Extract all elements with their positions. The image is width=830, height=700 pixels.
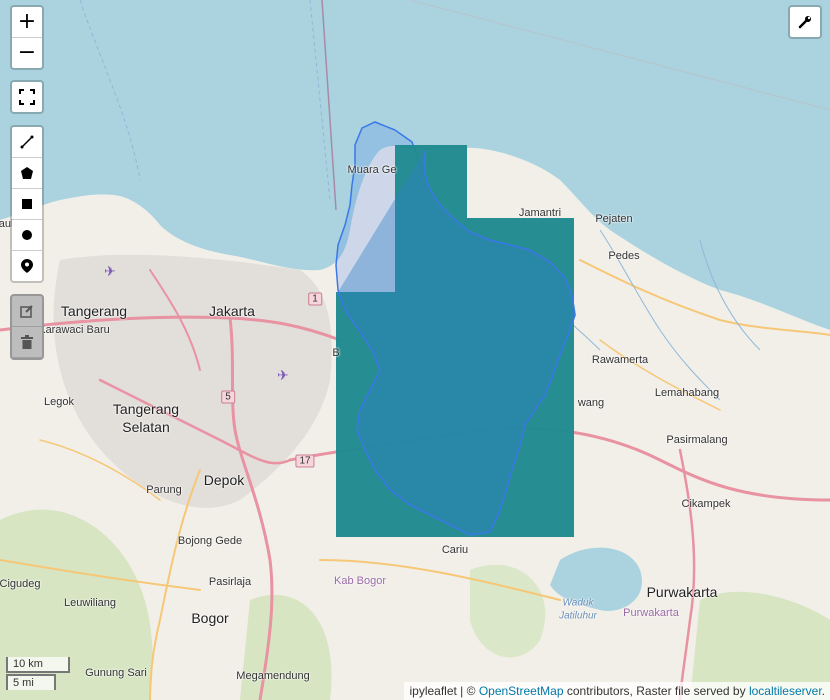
wrench-icon xyxy=(798,16,811,29)
attribution-middle: contributors, Raster file served by xyxy=(563,684,749,698)
urban-area xyxy=(53,254,332,508)
city-label: Jakarta xyxy=(209,303,255,319)
road-shield: 17 xyxy=(295,454,315,468)
fullscreen-control xyxy=(10,80,44,114)
edit-layers-button[interactable] xyxy=(12,296,42,327)
fullscreen-button[interactable] xyxy=(12,82,42,112)
region-label: Purwakarta xyxy=(623,607,679,619)
osm-link[interactable]: OpenStreetMap xyxy=(479,684,564,698)
attribution: ipyleaflet | © OpenStreetMap contributor… xyxy=(404,682,830,700)
road-shield: 1 xyxy=(308,292,322,306)
water-label: Jatiluhur xyxy=(559,610,597,622)
place-label: Pasirmalang xyxy=(666,434,728,446)
place-label: B xyxy=(332,347,340,359)
place-label: Pejaten xyxy=(595,213,633,225)
edit-toolbar xyxy=(10,294,44,360)
road-shield: 5 xyxy=(221,390,235,404)
tileserver-link[interactable]: localtileserver xyxy=(749,684,822,698)
draw-toolbar xyxy=(10,125,44,283)
place-label: Pasirlaja xyxy=(208,576,252,588)
place-label: wang xyxy=(577,397,605,409)
attribution-prefix: ipyleaflet | © xyxy=(409,684,479,698)
circle-icon xyxy=(22,230,32,240)
place-label: Parung xyxy=(146,484,182,496)
polygon-icon xyxy=(21,167,33,179)
place-label: Cariu xyxy=(441,544,469,556)
scale-km: 10 km xyxy=(6,657,70,673)
airport-icon: ✈ xyxy=(104,263,116,279)
settings-button[interactable] xyxy=(790,7,820,37)
delete-layers-button[interactable] xyxy=(12,327,42,358)
city-label: Tangerang xyxy=(112,401,180,417)
draw-rectangle-button[interactable] xyxy=(12,189,42,220)
place-label: Bojong Gede xyxy=(177,535,243,547)
draw-polygon-button[interactable] xyxy=(12,158,42,189)
city-label: Purwakarta xyxy=(646,584,718,600)
draw-circle-button[interactable] xyxy=(12,220,42,251)
water-label: Waduk xyxy=(562,597,594,609)
attribution-suffix: . xyxy=(821,684,825,698)
place-label: Karawaci Baru xyxy=(38,324,110,336)
zoom-out-button[interactable]: − xyxy=(12,38,42,68)
region-label: Kab Bogor xyxy=(334,575,386,587)
city-label: Depok xyxy=(203,472,245,488)
place-label: Cikampek xyxy=(681,498,731,510)
settings-control xyxy=(788,5,822,39)
zoom-in-button[interactable]: + xyxy=(12,7,42,38)
rectangle-icon xyxy=(22,199,32,209)
map-container[interactable]: ✈ ✈ Muara Ge Jamantri Pejaten Pedes Kauk… xyxy=(0,0,830,700)
scale-mi: 5 mi xyxy=(6,674,56,690)
place-label: Leuwiliang xyxy=(64,597,116,609)
draw-marker-button[interactable] xyxy=(12,251,42,281)
place-label: Lemahabang xyxy=(654,387,720,399)
place-label: Cigudeg xyxy=(0,578,41,590)
city-label: Tangerang xyxy=(60,303,128,319)
place-label: Pedes xyxy=(608,250,640,262)
trash-icon xyxy=(21,335,33,349)
forest-area xyxy=(240,594,332,700)
forest-area xyxy=(470,564,546,658)
marker-icon xyxy=(21,259,33,273)
city-label: Bogor xyxy=(191,610,229,626)
place-label: Jamantri xyxy=(518,207,562,219)
polyline-icon xyxy=(20,135,34,149)
city-label: Selatan xyxy=(122,419,170,435)
place-label: Rawamerta xyxy=(591,354,649,366)
edit-icon xyxy=(20,305,33,318)
place-label: Megamendung xyxy=(236,670,310,682)
fullscreen-icon xyxy=(19,89,35,105)
place-label: Legok xyxy=(44,396,74,408)
airport-icon: ✈ xyxy=(277,367,289,383)
zoom-control: + − xyxy=(10,5,44,70)
draw-polyline-button[interactable] xyxy=(12,127,42,158)
place-label: Muara Ge xyxy=(347,164,397,176)
place-label: Gunung Sari xyxy=(85,667,147,679)
